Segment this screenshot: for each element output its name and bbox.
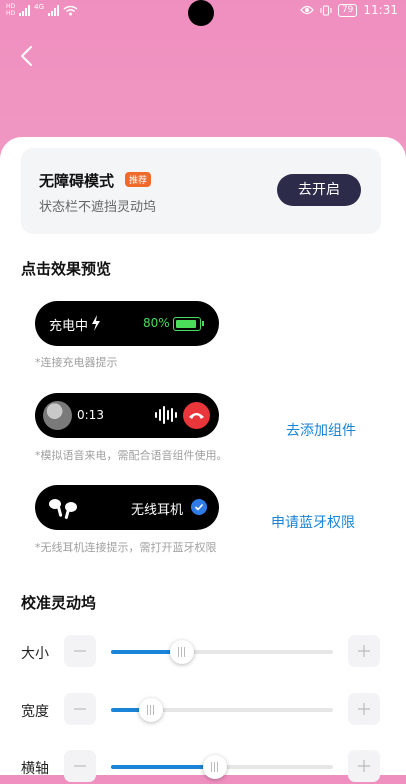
slider-row: 横轴	[0, 750, 406, 784]
slider-fill	[111, 765, 216, 769]
caller-avatar	[43, 401, 72, 430]
slider-label: 大小	[21, 646, 49, 662]
voice-wave-icon	[155, 405, 177, 425]
charging-preview-pill[interactable]: 充电中 80%	[35, 301, 219, 346]
plus-icon	[358, 760, 370, 772]
signal-icon-2	[48, 4, 60, 16]
decrease-button[interactable]	[64, 750, 96, 782]
accessibility-subtitle: 状态栏不遮挡灵动坞	[39, 200, 157, 215]
plus-icon	[358, 703, 370, 715]
slider-row: 宽度	[0, 693, 406, 727]
slider-thumb[interactable]	[138, 698, 163, 722]
slider-thumb[interactable]	[170, 640, 195, 664]
earphone-hint: *无线耳机连接提示，需打开蓝牙权限	[35, 541, 217, 554]
hang-up-button[interactable]	[183, 402, 210, 429]
voice-call-hint: *模拟语音来电，需配合语音组件使用。	[35, 449, 228, 462]
signal-icon	[19, 4, 31, 16]
wifi-icon	[63, 5, 78, 15]
increase-button[interactable]	[348, 693, 380, 725]
preview-section-title: 点击效果预览	[21, 260, 112, 278]
increase-button[interactable]	[348, 635, 380, 667]
minus-icon	[74, 765, 86, 767]
decrease-button[interactable]	[64, 693, 96, 725]
slider-track[interactable]	[111, 698, 333, 722]
hd-label-1: HD	[6, 3, 16, 10]
minus-icon	[74, 708, 86, 710]
clock: 11:31	[363, 3, 398, 17]
enable-button[interactable]: 去开启	[277, 174, 361, 206]
charging-label: 充电中	[49, 319, 89, 334]
call-duration: 0:13	[77, 408, 104, 422]
bluetooth-permission-link[interactable]: 申请蓝牙权限	[271, 512, 355, 532]
chevron-left-icon	[21, 46, 32, 66]
battery-icon	[173, 317, 201, 331]
hd-label-2: HD	[6, 10, 16, 17]
back-button[interactable]	[16, 44, 40, 68]
increase-button[interactable]	[348, 750, 380, 782]
network-label: 4G	[34, 3, 45, 11]
earphone-preview-pill[interactable]: 无线耳机	[35, 485, 219, 530]
earphone-label: 无线耳机	[131, 503, 184, 518]
charging-percent: 80%	[143, 316, 170, 330]
add-widget-link[interactable]: 去添加组件	[286, 420, 356, 440]
vibrate-icon	[320, 4, 332, 16]
battery-indicator: 79	[337, 3, 358, 17]
slider-label: 横轴	[21, 761, 49, 777]
accessibility-card: 无障碍模式 推荐 状态栏不遮挡灵动坞 去开启	[21, 148, 381, 234]
accessibility-title: 无障碍模式	[39, 172, 115, 190]
settings-sheet: 无障碍模式 推荐 状态栏不遮挡灵动坞 去开启 点击效果预览 充电中 80% *连…	[0, 137, 406, 782]
slider-label: 宽度	[21, 704, 49, 720]
slider-track[interactable]	[111, 755, 333, 779]
plus-icon	[358, 645, 370, 657]
earbuds-icon	[49, 499, 77, 519]
charging-hint: *连接充电器提示	[35, 356, 118, 369]
recommend-badge: 推荐	[125, 172, 152, 187]
voice-call-preview-pill[interactable]: 0:13	[35, 393, 219, 438]
slider-track[interactable]	[111, 640, 333, 664]
eye-icon	[300, 5, 314, 15]
phone-hangup-icon	[189, 413, 204, 419]
lightning-icon	[92, 315, 100, 331]
battery-cap	[202, 321, 204, 326]
slider-thumb[interactable]	[203, 755, 228, 779]
minus-icon	[74, 650, 86, 652]
check-icon	[191, 499, 207, 515]
slider-row: 大小	[0, 635, 406, 669]
decrease-button[interactable]	[64, 635, 96, 667]
status-bar: HD HD 4G 79 11:31	[0, 0, 406, 26]
calibrate-section-title: 校准灵动坞	[21, 594, 97, 612]
camera-cutout	[188, 0, 214, 26]
